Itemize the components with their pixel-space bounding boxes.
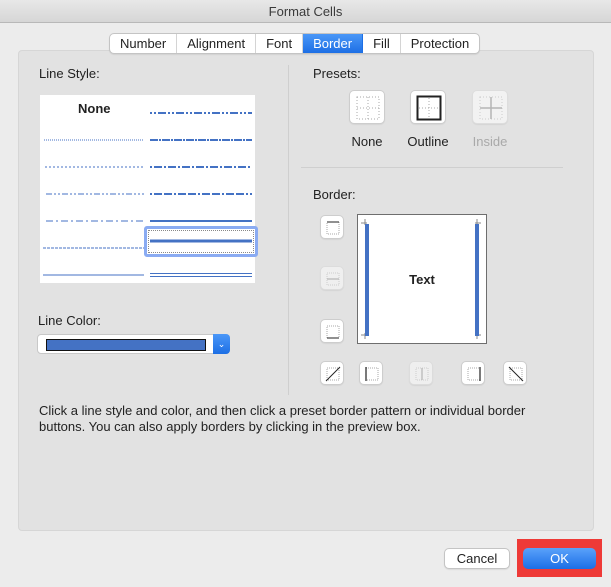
preset-none-label: None <box>351 134 383 149</box>
line-sample <box>150 166 252 168</box>
line-sample <box>150 139 252 141</box>
left-border-icon <box>365 367 379 381</box>
line-style-thin-solid[interactable] <box>43 266 144 276</box>
presets-divider <box>301 167 563 168</box>
bottom-border-icon <box>326 325 340 339</box>
line-style-picker: None <box>40 95 258 283</box>
line-style-medium-dashed[interactable] <box>150 185 252 195</box>
presets-label: Presets: <box>313 66 361 81</box>
line-sample <box>150 273 252 277</box>
preset-inside-label: Inside <box>472 134 508 149</box>
middle-vertical-border-button[interactable] <box>409 361 433 385</box>
bottom-border-button[interactable] <box>320 319 344 343</box>
diagonal-down-border-button[interactable] <box>503 361 527 385</box>
line-style-double[interactable] <box>150 266 252 277</box>
line-style-medium-solid[interactable] <box>144 226 258 257</box>
line-style-slanted-dash-dot[interactable] <box>150 131 252 141</box>
preset-none-icon <box>356 96 380 120</box>
preset-outline-label: Outline <box>407 134 449 149</box>
line-style-dotted[interactable] <box>45 158 144 168</box>
middle-horizontal-border-icon <box>326 272 340 286</box>
line-style-none[interactable]: None <box>78 101 111 116</box>
line-sample <box>46 220 144 222</box>
line-style-dash-dot[interactable] <box>46 212 144 222</box>
chevron-down-icon[interactable]: ⌄ <box>213 334 230 354</box>
line-style-medium-dash-dot[interactable] <box>150 158 252 168</box>
diagonal-up-border-icon <box>325 366 341 382</box>
preset-outline-icon <box>416 95 442 121</box>
line-style-hair-dotted[interactable] <box>44 131 144 141</box>
preset-inside-icon <box>479 96 503 120</box>
line-sample <box>150 239 252 243</box>
preview-text: Text <box>409 272 435 287</box>
border-preview[interactable]: Text <box>357 214 487 344</box>
ok-button[interactable]: OK <box>523 548 596 569</box>
line-sample <box>44 139 144 141</box>
right-border-button[interactable] <box>461 361 485 385</box>
top-border-icon <box>326 221 340 235</box>
line-color-select[interactable]: ⌄ <box>37 334 230 354</box>
diagonal-up-border-button[interactable] <box>320 361 344 385</box>
line-sample <box>43 274 144 276</box>
tab-protection[interactable]: Protection <box>401 34 480 53</box>
line-style-dashed[interactable] <box>43 239 144 249</box>
section-divider <box>288 65 289 395</box>
line-sample <box>45 166 144 168</box>
border-label: Border: <box>313 187 356 202</box>
line-color-label: Line Color: <box>38 313 101 328</box>
preset-outline-button[interactable] <box>410 90 446 124</box>
tab-number[interactable]: Number <box>110 34 178 53</box>
tab-border[interactable]: Border <box>303 34 364 53</box>
line-sample <box>150 220 252 222</box>
diagonal-down-border-icon <box>508 366 524 382</box>
tab-fill[interactable]: Fill <box>363 34 401 53</box>
tab-alignment[interactable]: Alignment <box>177 34 257 53</box>
tab-font[interactable]: Font <box>256 34 304 53</box>
preset-none-button[interactable] <box>349 90 385 124</box>
tab-bar: Number Alignment Font Border Fill Protec… <box>109 33 481 54</box>
left-border-button[interactable] <box>359 361 383 385</box>
line-style-label: Line Style: <box>39 66 100 81</box>
middle-horizontal-border-button[interactable] <box>320 266 344 290</box>
preset-inside-button[interactable] <box>472 90 508 124</box>
middle-vertical-border-icon <box>415 367 429 381</box>
help-text: Click a line style and color, and then c… <box>39 403 526 434</box>
line-sample <box>43 247 144 249</box>
right-border-icon <box>467 367 481 381</box>
window-title: Format Cells <box>268 4 343 19</box>
top-border-button[interactable] <box>320 215 344 239</box>
line-style-medium-dash-dot-dot[interactable] <box>150 104 252 114</box>
window-title-bar: Format Cells <box>0 0 611 23</box>
line-sample <box>150 112 252 114</box>
line-sample <box>46 193 144 195</box>
line-color-swatch <box>46 339 206 351</box>
line-sample <box>150 193 252 195</box>
cancel-button[interactable]: Cancel <box>444 548 510 569</box>
line-style-medium-solid-thin[interactable] <box>150 212 252 222</box>
line-style-dash-dot-dot[interactable] <box>46 185 144 195</box>
